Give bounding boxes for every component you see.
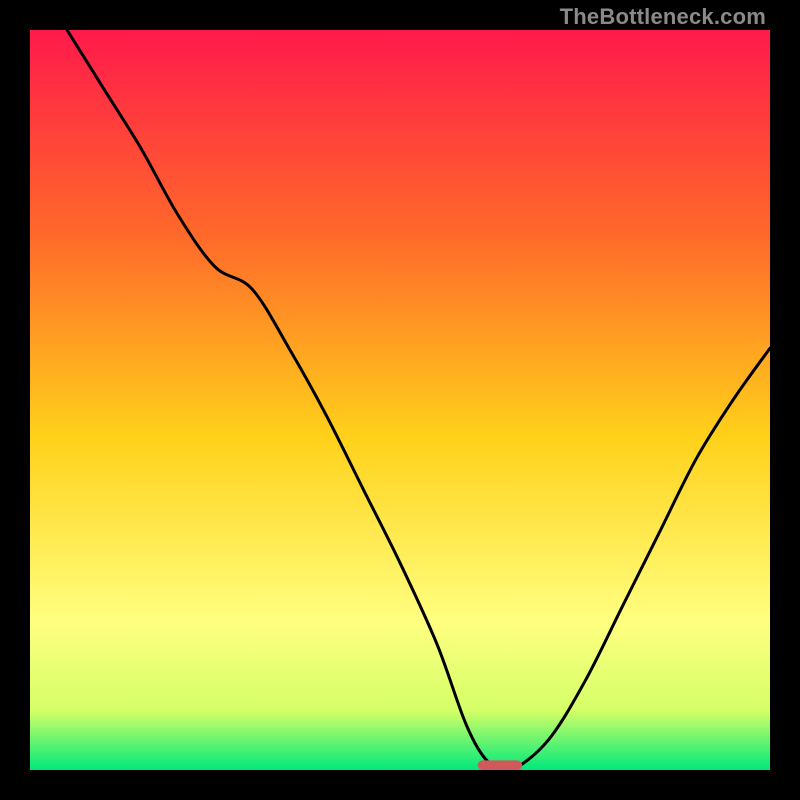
bottleneck-chart — [30, 30, 770, 770]
gradient-background — [30, 30, 770, 770]
watermark-text: TheBottleneck.com — [560, 4, 766, 30]
optimal-marker — [478, 760, 522, 770]
chart-frame — [30, 30, 770, 770]
